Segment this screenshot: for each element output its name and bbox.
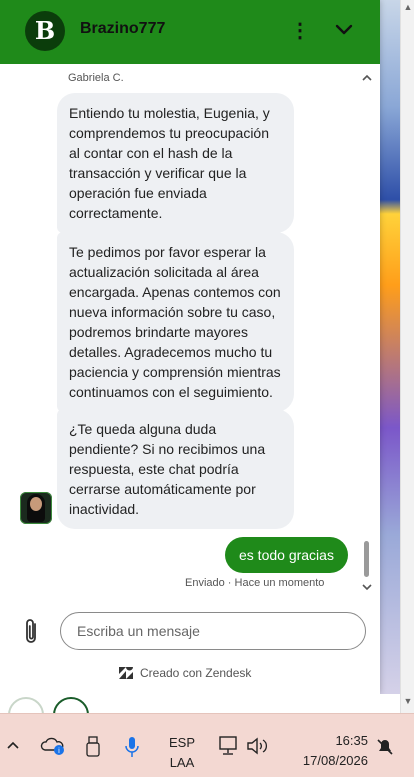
- network-icon[interactable]: [217, 736, 239, 756]
- chevron-up-icon[interactable]: [362, 73, 372, 83]
- windows-taskbar: i ESP LAA 16:35 17/08/2026: [0, 713, 414, 777]
- clock-date: 17/08/2026: [302, 753, 368, 768]
- paperclip-icon[interactable]: [22, 618, 42, 646]
- chat-header: B Brazino777 ⋮: [0, 0, 380, 64]
- language-indicator[interactable]: ESP LAA: [165, 733, 199, 773]
- agent-message: ¿Te queda alguna duda pendiente? Si no r…: [57, 409, 294, 529]
- chat-widget: B Brazino777 ⋮ Gabriela C. Entiendo tu m…: [0, 0, 380, 694]
- agent-avatar: [20, 492, 52, 524]
- brand-title: Brazino777: [80, 20, 166, 37]
- usb-drive-icon[interactable]: [86, 736, 100, 758]
- powered-by[interactable]: Creado con Zendesk: [118, 664, 251, 682]
- messages-scrollbar[interactable]: [364, 541, 369, 577]
- powered-by-text: Creado con Zendesk: [140, 666, 252, 680]
- agent-name: Gabriela C.: [68, 72, 124, 84]
- chevron-up-icon[interactable]: [6, 738, 20, 752]
- scroll-down-arrow-icon[interactable]: ▼: [403, 696, 413, 706]
- page-scrollbar[interactable]: ▲ ▼: [400, 0, 414, 713]
- notifications-off-icon[interactable]: [376, 738, 394, 756]
- clock-time: 16:35: [335, 733, 368, 748]
- microphone-icon[interactable]: [124, 736, 140, 758]
- more-vertical-icon[interactable]: ⋮: [290, 18, 310, 44]
- onedrive-icon[interactable]: i: [40, 736, 66, 756]
- system-clock[interactable]: 16:35 17/08/2026: [288, 731, 368, 771]
- zendesk-logo-icon: [119, 667, 133, 679]
- scroll-up-arrow-icon[interactable]: ▲: [403, 2, 413, 12]
- language-code: ESP: [168, 735, 195, 750]
- user-message: es todo gracias: [225, 537, 348, 573]
- keyboard-layout: LAA: [169, 755, 195, 770]
- chevron-down-small-icon[interactable]: [362, 582, 372, 592]
- chevron-down-icon[interactable]: [333, 20, 355, 40]
- agent-message: Entiendo tu molestia, Eugenia, y compren…: [57, 93, 294, 233]
- volume-icon[interactable]: [246, 736, 268, 756]
- message-input[interactable]: [60, 612, 366, 650]
- agent-message: Te pedimos por favor esperar la actualiz…: [57, 232, 294, 412]
- brand-logo: B: [25, 11, 65, 51]
- message-status: Enviado · Hace un momento: [185, 577, 325, 589]
- svg-text:i: i: [58, 747, 60, 755]
